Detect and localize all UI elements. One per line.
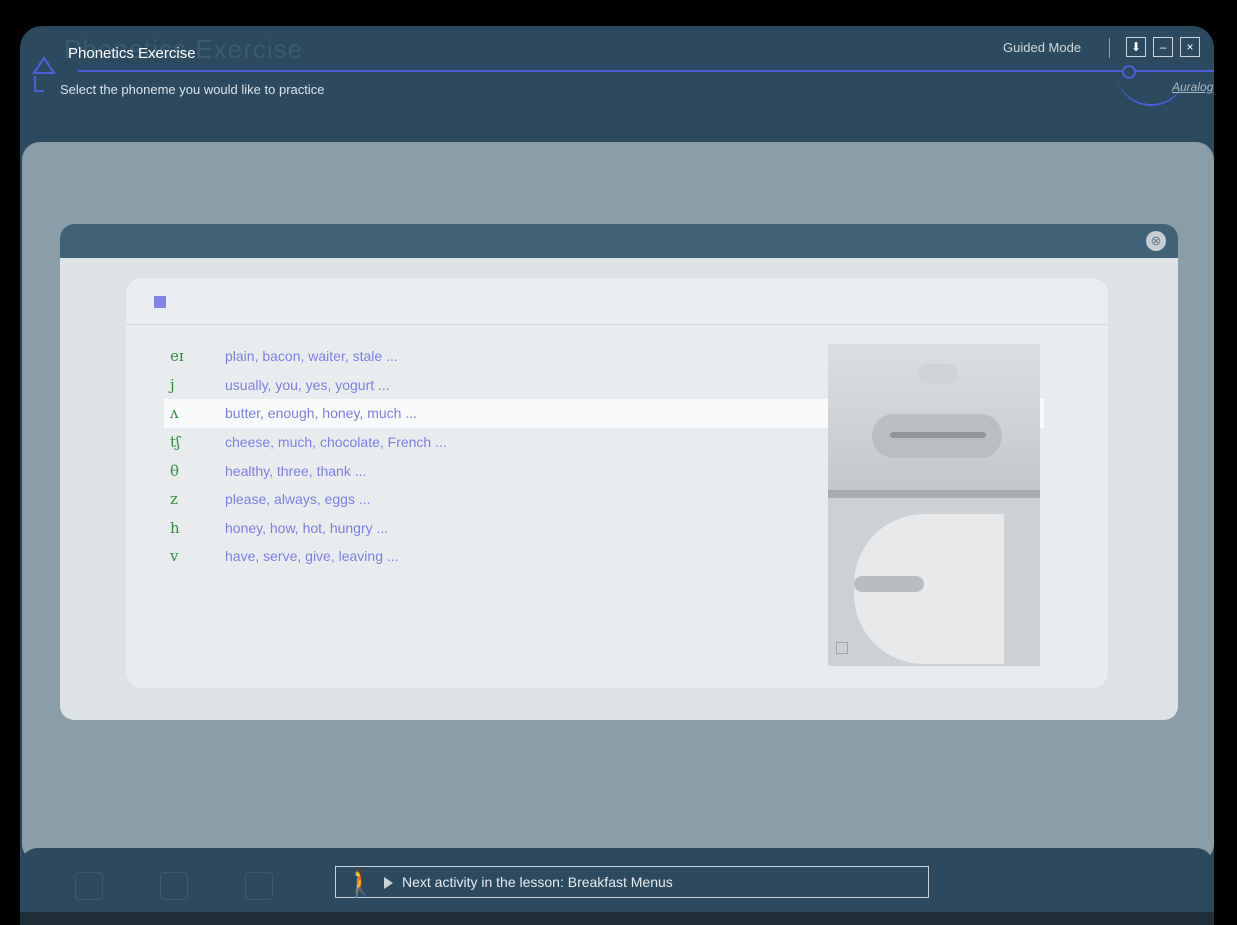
home-icon[interactable]	[75, 872, 103, 900]
app-window: Phonetics Exercise Phonetics Exercise Se…	[20, 26, 1214, 925]
header-separator	[1109, 38, 1110, 58]
example-words: cheese, much, chocolate, French ...	[225, 434, 447, 451]
phoneme-symbol: z	[170, 490, 178, 509]
example-words: healthy, three, thank ...	[225, 462, 367, 479]
panel-header	[126, 278, 1108, 325]
phoneme-panel: eɪ plain, bacon, waiter, stale ... j usu…	[126, 278, 1108, 688]
example-words: honey, how, hot, hungry ...	[225, 519, 389, 536]
example-words: have, serve, give, leaving ...	[225, 548, 399, 565]
close-button[interactable]: ×	[1180, 37, 1200, 57]
bottom-toolbar: 🚶 Next activity in the lesson: Breakfast…	[20, 848, 1214, 925]
profile-mouth	[854, 576, 924, 592]
square-marker-icon	[154, 296, 166, 308]
minimize-button[interactable]: –	[1153, 37, 1173, 57]
walking-person-icon: 🚶	[344, 868, 377, 898]
replay-icon[interactable]	[836, 642, 848, 654]
example-words: please, always, eggs ...	[225, 491, 371, 508]
phoneme-symbol: v	[170, 547, 179, 566]
phoneme-symbol: θ	[170, 461, 180, 480]
nose-shape	[918, 364, 958, 384]
next-activity-button[interactable]: 🚶 Next activity in the lesson: Breakfast…	[335, 866, 929, 898]
triangle-icon	[32, 56, 56, 74]
mouth-front-view	[828, 344, 1040, 490]
main-area: ⊗ eɪ plain, bacon, waiter, stale ... j u…	[22, 142, 1214, 862]
phoneme-symbol: tʃ	[170, 433, 181, 452]
logo: Auralog	[1172, 80, 1214, 94]
phoneme-symbol: ʌ	[170, 404, 179, 423]
header-line	[78, 70, 1214, 72]
phoneme-dialog: ⊗ eɪ plain, bacon, waiter, stale ... j u…	[60, 224, 1178, 720]
mouth-illustration	[828, 344, 1040, 666]
dialog-close-icon[interactable]: ⊗	[1146, 231, 1166, 251]
download-button[interactable]: ⬇	[1126, 37, 1146, 57]
phoneme-symbol: h	[170, 518, 180, 537]
phoneme-symbol: eɪ	[170, 347, 184, 366]
bracket-decoration	[34, 76, 44, 92]
phoneme-symbol: j	[170, 375, 175, 394]
page-title: Phonetics Exercise	[68, 45, 196, 62]
illustration-divider	[828, 490, 1040, 498]
bottom-edge	[20, 912, 1214, 925]
navigation-icon[interactable]	[160, 872, 188, 900]
settings-icon[interactable]	[245, 872, 273, 900]
example-words: butter, enough, honey, much ...	[225, 405, 417, 422]
dialog-title-bar: ⊗	[60, 224, 1178, 258]
next-activity-label: Next activity in the lesson: Breakfast M…	[402, 874, 673, 890]
mouth-opening	[890, 432, 986, 438]
guided-mode-label: Guided Mode	[1003, 40, 1082, 55]
example-words: plain, bacon, waiter, stale ...	[225, 348, 398, 365]
play-icon	[384, 877, 393, 889]
instruction-text: Select the phoneme you would like to pra…	[60, 82, 325, 97]
example-words: usually, you, yes, yogurt ...	[225, 376, 390, 393]
